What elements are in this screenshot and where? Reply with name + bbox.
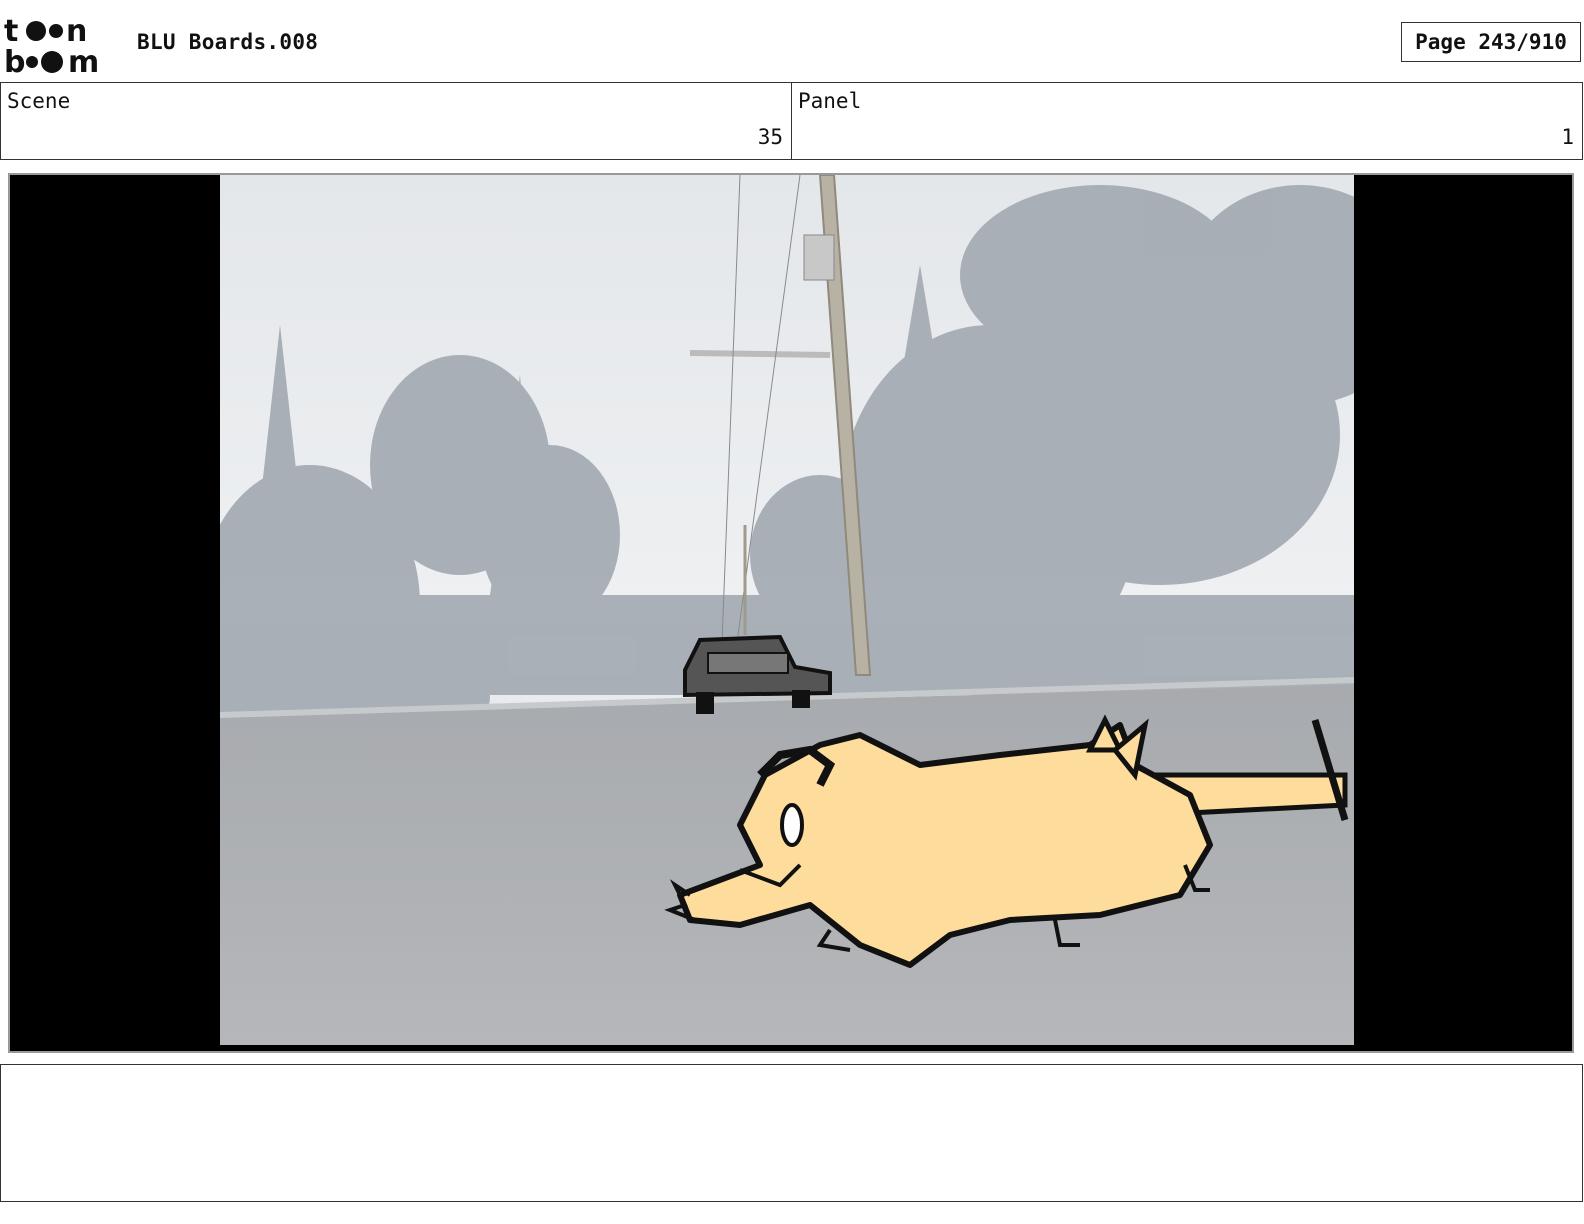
svg-text:t: t [4,14,18,49]
storyboard-panel-image [220,175,1354,1045]
scene-panel-info: Scene 35 Panel 1 [0,82,1583,160]
scene-cell: Scene 35 [1,83,791,159]
page-number: Page 243/910 [1401,22,1581,62]
panel-number: 1 [1561,125,1574,149]
storyboard-frame [8,173,1574,1053]
svg-text:m: m [68,45,99,76]
scene-label: Scene [7,89,71,113]
scene-number: 35 [757,125,783,149]
document-title: BLU Boards.008 [137,30,319,54]
panel-label: Panel [798,89,862,113]
svg-text:n: n [66,14,87,49]
panel-cell: Panel 1 [791,83,1582,159]
page-header: t n b m BLU Boards.008 Page 243/910 [0,0,1584,82]
svg-text:b: b [4,45,25,76]
action-notes [0,1064,1583,1202]
toon-boom-logo: t n b m [4,14,99,76]
